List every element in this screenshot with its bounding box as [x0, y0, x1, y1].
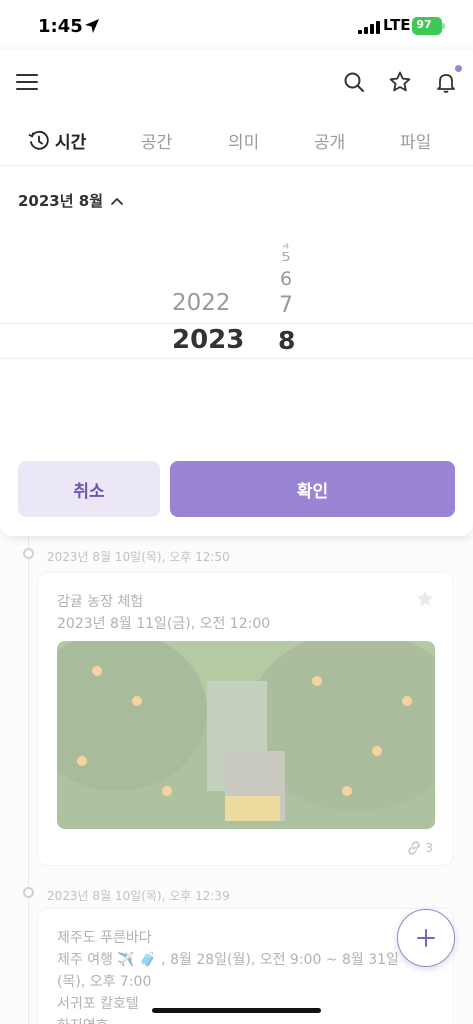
card-detail: 제주 여행 ✈️ 🧳 , 8월 28일(월), 오전 9:00 ~ 8월 31일: [57, 952, 399, 968]
location-arrow-icon: [85, 19, 99, 33]
month-selector-label: 2023년 8월: [18, 192, 104, 210]
card-title: 제주도 푸른바다: [57, 930, 152, 946]
timeline-card[interactable]: 감귤 농장 체험 2023년 8월 11일(금), 오전 12:00 3: [37, 572, 454, 866]
battery-level: 97: [416, 18, 432, 31]
picker-year-selected[interactable]: 2023: [172, 325, 244, 355]
confirm-button[interactable]: 확인: [170, 461, 455, 517]
month-selector[interactable]: 2023년 8월: [18, 190, 125, 211]
timeline-dot: [23, 887, 34, 898]
timeline-dot: [23, 548, 34, 559]
card-date: 2023년 8월 11일(금), 오전 12:00: [57, 616, 271, 632]
picker-month-option[interactable]: 6: [278, 268, 294, 290]
status-bar: 1:45 LTE 97: [0, 0, 473, 54]
tab-public[interactable]: 공개: [314, 128, 345, 153]
tab-bar: 시간 공간 의미 공개 파일: [0, 118, 473, 166]
status-time: 1:45: [38, 16, 83, 37]
timeline-date: 2023년 8월 10일(목), 오후 12:50: [47, 550, 230, 564]
search-icon[interactable]: [342, 70, 366, 94]
link-icon: [408, 841, 421, 855]
timeline-line: [28, 536, 29, 1024]
menu-icon[interactable]: [16, 74, 38, 92]
app-header: [0, 50, 473, 114]
orchard-photo[interactable]: [57, 641, 435, 829]
tab-space[interactable]: 공간: [141, 128, 172, 153]
picker-month-option[interactable]: 7: [278, 293, 294, 318]
picker-year-option[interactable]: 2022: [172, 290, 231, 316]
timeline-date: 2023년 8월 10일(목), 오후 12:39: [47, 889, 230, 903]
tab-file[interactable]: 파일: [400, 128, 431, 153]
picker-month-option[interactable]: 5: [278, 250, 294, 264]
timeline-card[interactable]: 제주도 푸른바다 제주 여행 ✈️ 🧳 , 8월 28일(월), 오전 9:00…: [37, 908, 454, 1024]
card-location: 서귀포 칼호텔: [57, 996, 139, 1012]
tab-time[interactable]: 시간: [28, 128, 86, 153]
star-icon[interactable]: [415, 589, 435, 609]
link-count[interactable]: 3: [407, 841, 433, 855]
card-title: 감귤 농장 체험: [57, 594, 144, 610]
bell-icon[interactable]: [434, 70, 458, 94]
cancel-button[interactable]: 취소: [18, 461, 160, 517]
history-clock-icon: [28, 130, 49, 150]
card-detail: 하지연호: [57, 1015, 109, 1024]
link-count-value: 3: [425, 841, 433, 855]
tab-time-label: 시간: [55, 133, 87, 153]
battery-tip: [442, 23, 445, 29]
network-type: LTE: [383, 16, 411, 34]
picker-month-selected[interactable]: 8: [278, 326, 295, 355]
plus-icon: [417, 929, 435, 947]
add-button[interactable]: [397, 909, 455, 967]
chevron-up-icon: [111, 197, 123, 205]
home-indicator[interactable]: [152, 1008, 321, 1013]
notification-badge: [455, 65, 462, 72]
star-icon[interactable]: [388, 70, 412, 94]
tab-meaning[interactable]: 의미: [228, 128, 259, 153]
battery-icon: 97: [412, 17, 442, 35]
signal-icon: [358, 21, 380, 34]
year-month-picker[interactable]: 2022 2023 4 5 6 7 8: [0, 230, 473, 430]
card-detail: (목), 오후 7:00: [57, 974, 152, 990]
date-picker-sheet: 시간 공간 의미 공개 파일 2023년 8월 2022 2023 4 5 6 …: [0, 50, 473, 536]
